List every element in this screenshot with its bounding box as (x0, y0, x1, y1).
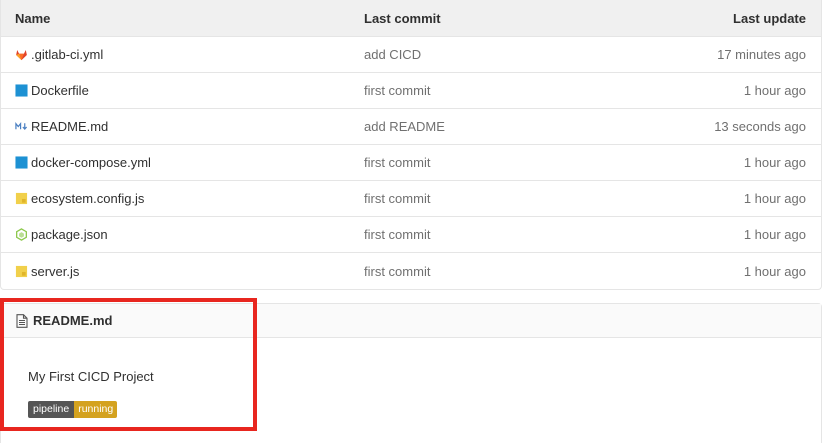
commit-link[interactable]: first commit (364, 264, 614, 279)
docker-icon (15, 156, 28, 169)
document-icon (16, 313, 28, 328)
pipeline-status-badge[interactable]: pipeline running (28, 401, 118, 418)
header-last-update: Last update (733, 10, 806, 26)
commit-link[interactable]: first commit (364, 155, 614, 170)
file-link[interactable]: ecosystem.config.js (31, 191, 144, 206)
table-row: docker-compose.yml first commit 1 hour a… (1, 145, 821, 181)
header-name: Name (15, 10, 51, 26)
commit-link[interactable]: add README (364, 119, 614, 134)
table-row: ecosystem.config.js first commit 1 hour … (1, 181, 821, 217)
badge-status: running (74, 401, 118, 418)
file-table: Name Last commit Last update .gitlab-ci.… (0, 0, 822, 290)
file-link[interactable]: server.js (31, 264, 79, 279)
update-time: 1 hour ago (743, 263, 806, 279)
commit-link[interactable]: first commit (364, 227, 614, 242)
readme-content: My First CICD Project pipeline running (1, 369, 821, 418)
readme-panel: README.md My First CICD Project pipeline… (0, 303, 822, 443)
table-header: Name Last commit Last update (1, 0, 821, 37)
file-link[interactable]: docker-compose.yml (31, 155, 151, 170)
readme-text: My First CICD Project (28, 369, 154, 384)
docker-icon (15, 84, 28, 97)
table-row: .gitlab-ci.yml add CICD 17 minutes ago (1, 37, 821, 73)
readme-header: README.md (1, 304, 821, 338)
commit-link[interactable]: add CICD (364, 47, 614, 62)
readme-title[interactable]: README.md (33, 313, 112, 328)
gitlab-icon (16, 50, 27, 61)
table-row: package.json first commit 1 hour ago (1, 217, 821, 253)
table-row: README.md add README 13 seconds ago (1, 109, 821, 145)
file-link[interactable]: README.md (31, 119, 108, 134)
table-row: server.js first commit 1 hour ago (1, 253, 821, 289)
header-last-commit: Last commit (364, 10, 441, 26)
table-row: Dockerfile first commit 1 hour ago (1, 73, 821, 109)
commit-link[interactable]: first commit (364, 83, 614, 98)
update-time: 1 hour ago (743, 227, 806, 242)
update-time: 1 hour ago (743, 83, 806, 98)
nodejs-icon (16, 228, 27, 241)
commit-link[interactable]: first commit (364, 191, 614, 206)
file-cell: docker-compose.yml (1, 155, 364, 170)
update-time: 1 hour ago (743, 191, 806, 206)
update-time: 1 hour ago (743, 155, 806, 170)
file-cell: README.md (1, 119, 364, 134)
javascript-icon (15, 192, 28, 205)
file-cell: Dockerfile (1, 83, 364, 98)
file-cell: server.js (1, 264, 364, 279)
file-link[interactable]: package.json (31, 227, 108, 242)
update-time: 17 minutes ago (717, 47, 806, 62)
file-cell: ecosystem.config.js (1, 191, 364, 206)
file-link[interactable]: .gitlab-ci.yml (31, 47, 103, 62)
badge-label: pipeline (28, 401, 75, 418)
markdown-icon (15, 122, 28, 131)
file-cell: .gitlab-ci.yml (1, 47, 364, 62)
update-time: 13 seconds ago (714, 119, 806, 134)
file-link[interactable]: Dockerfile (31, 83, 89, 98)
file-cell: package.json (1, 227, 364, 242)
javascript-icon (15, 265, 28, 277)
